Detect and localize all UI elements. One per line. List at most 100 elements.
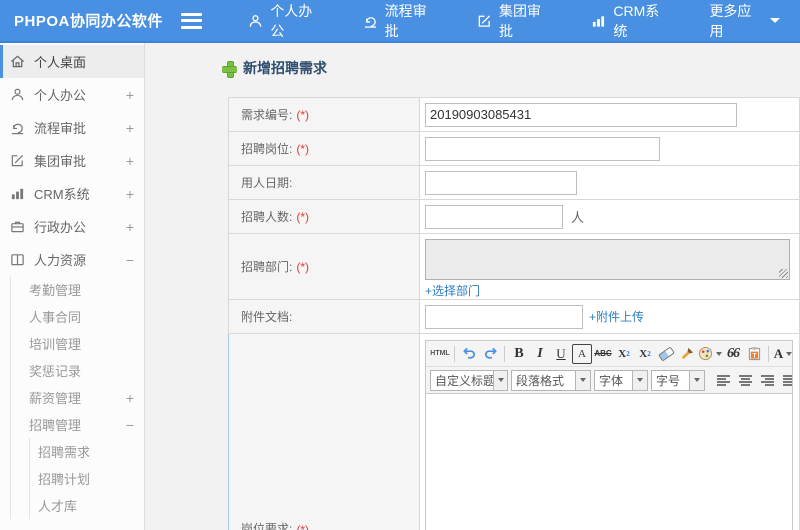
sidebar-item-recruit-management[interactable]: 招聘管理 − [11, 411, 144, 438]
sidebar-item-reward-punishment[interactable]: 奖惩记录 [11, 357, 144, 384]
undo-button[interactable] [459, 344, 479, 364]
book-icon [11, 254, 24, 266]
sidebar-item-administration[interactable]: 行政办公 + [0, 210, 144, 243]
font-border-button[interactable]: A [572, 343, 592, 364]
expand-toggle[interactable]: + [126, 153, 134, 169]
collapse-toggle[interactable]: − [126, 417, 134, 433]
select-department-link[interactable]: +选择部门 [425, 282, 480, 299]
topbar: PHPOA协同办公软件 个人办公 流程审批 集团审批 CRM系统 更多应用 [0, 0, 800, 43]
align-left-icon [716, 374, 730, 386]
expand-toggle[interactable]: + [126, 120, 134, 136]
sidebar-item-human-resources[interactable]: 人力资源 − [0, 243, 144, 276]
sidebar-item-personal-desktop[interactable]: 个人桌面 [0, 45, 144, 78]
field-label: 招聘部门: [241, 260, 293, 274]
underline-button[interactable]: U [551, 344, 571, 364]
align-justify-button[interactable] [779, 370, 792, 390]
sidebar-item-personnel-contract[interactable]: 人事合同 [11, 303, 144, 330]
sidebar-item-label: 流程审批 [34, 121, 87, 136]
chevron-down-icon [716, 351, 722, 356]
field-input-cell [420, 132, 800, 165]
form-row-attachment: 附件文档: +附件上传 [228, 300, 800, 334]
eraser-button[interactable] [656, 344, 676, 364]
user-icon [250, 14, 262, 27]
superscript-button[interactable]: X2 [614, 344, 634, 364]
html-source-button[interactable]: HTML [430, 344, 450, 364]
sidebar-item-crm-system[interactable]: CRM系统 + [0, 177, 144, 210]
nav-workflow-approval[interactable]: 流程审批 [343, 0, 457, 41]
palette-icon [698, 346, 713, 361]
department-textarea[interactable] [425, 239, 790, 280]
sidebar-item-label: 培训管理 [29, 337, 82, 352]
sidebar-item-label: 个人办公 [34, 88, 87, 103]
nav-group-approval[interactable]: 集团审批 [457, 0, 571, 41]
edit-icon [478, 14, 491, 27]
expand-toggle[interactable]: + [126, 87, 134, 103]
field-label-cell: 岗位要求: (*) [228, 334, 420, 530]
sub-idx: 2 [647, 349, 651, 358]
align-right-button[interactable] [757, 370, 777, 390]
align-center-button[interactable] [735, 370, 755, 390]
undo-icon [462, 347, 475, 359]
redo-button[interactable] [480, 344, 500, 364]
position-input[interactable] [425, 136, 660, 161]
editor-content-area[interactable] [426, 394, 792, 530]
field-input-cell: +附件上传 [420, 300, 800, 333]
sidebar-item-attendance-management[interactable]: 考勤管理 [11, 276, 144, 303]
align-left-button[interactable] [713, 370, 733, 390]
add-icon [222, 60, 237, 78]
sidebar-item-group-approval[interactable]: 集团审批 + [0, 144, 144, 177]
hr-submenu: 考勤管理 人事合同 培训管理 奖惩记录 薪资管理 + 招聘管理 − 招聘需求 招… [10, 276, 144, 519]
attachment-input[interactable] [425, 304, 583, 329]
demand-no-input[interactable] [425, 102, 737, 127]
field-label: 需求编号: [241, 108, 293, 122]
sub-base: X [639, 347, 648, 360]
font-color-button[interactable]: A [773, 344, 792, 364]
format-brush-button[interactable] [677, 344, 697, 364]
bold-button[interactable]: B [509, 344, 529, 364]
sidebar-item-workflow-approval[interactable]: 流程审批 + [0, 111, 144, 144]
sidebar-item-label: 人事合同 [29, 310, 82, 325]
attachment-upload-link[interactable]: +附件上传 [589, 308, 644, 325]
edit-icon [11, 154, 24, 167]
unit-suffix: 人 [571, 210, 585, 225]
paste-button[interactable]: T [744, 344, 764, 364]
app-window: PHPOA协同办公软件 个人办公 流程审批 集团审批 CRM系统 更多应用 个人… [0, 0, 800, 530]
expand-toggle[interactable]: + [126, 186, 134, 202]
sidebar-item-training-management[interactable]: 培训管理 [11, 330, 144, 357]
eraser-icon [657, 345, 675, 362]
italic-button[interactable]: I [530, 344, 550, 364]
custom-title-select[interactable]: 自定义标题 [430, 369, 508, 391]
sidebar-item-recruit-plan[interactable]: 招聘计划 [30, 465, 144, 492]
blockquote-button[interactable]: 66 [723, 344, 743, 364]
collapse-toggle[interactable]: − [126, 252, 134, 268]
sidebar-item-personal-office[interactable]: 个人办公 + [0, 78, 144, 111]
menu-toggle-icon[interactable] [181, 12, 203, 29]
field-label: 招聘岗位: [241, 142, 293, 156]
field-input-cell [420, 166, 800, 199]
user-icon [11, 88, 24, 101]
field-label-cell: 需求编号: (*) [228, 98, 420, 131]
field-label-cell: 招聘人数: (*) [228, 200, 420, 233]
sidebar-item-salary-management[interactable]: 薪资管理 + [11, 384, 144, 411]
paragraph-format-select[interactable]: 段落格式 [511, 369, 591, 391]
headcount-input[interactable] [425, 204, 563, 229]
color-palette-button[interactable] [698, 344, 722, 364]
expand-toggle[interactable]: + [126, 390, 134, 406]
chevron-down-icon [575, 370, 590, 390]
sidebar-item-recruit-demand[interactable]: 招聘需求 [30, 438, 144, 465]
form-row-department: 招聘部门: (*) +选择部门 [228, 234, 800, 300]
nav-more-apps[interactable]: 更多应用 [689, 0, 800, 41]
required-mark: (*) [296, 259, 310, 274]
font-family-select[interactable]: 字体 [594, 369, 648, 391]
font-size-select[interactable]: 字号 [651, 369, 705, 391]
nav-crm-system[interactable]: CRM系统 [571, 0, 689, 41]
strikethrough-button[interactable]: ABC [593, 344, 613, 364]
sidebar-item-label: 招聘计划 [38, 472, 91, 487]
recruit-demand-form: 需求编号: (*) 招聘岗位: (*) [228, 97, 800, 530]
expand-toggle[interactable]: + [126, 219, 134, 235]
sidebar-item-talent-pool[interactable]: 人才库 [30, 492, 144, 519]
hire-date-input[interactable] [425, 170, 577, 195]
nav-personal-office[interactable]: 个人办公 [228, 0, 342, 41]
sup-base: X [618, 347, 627, 360]
subscript-button[interactable]: X2 [635, 344, 655, 364]
